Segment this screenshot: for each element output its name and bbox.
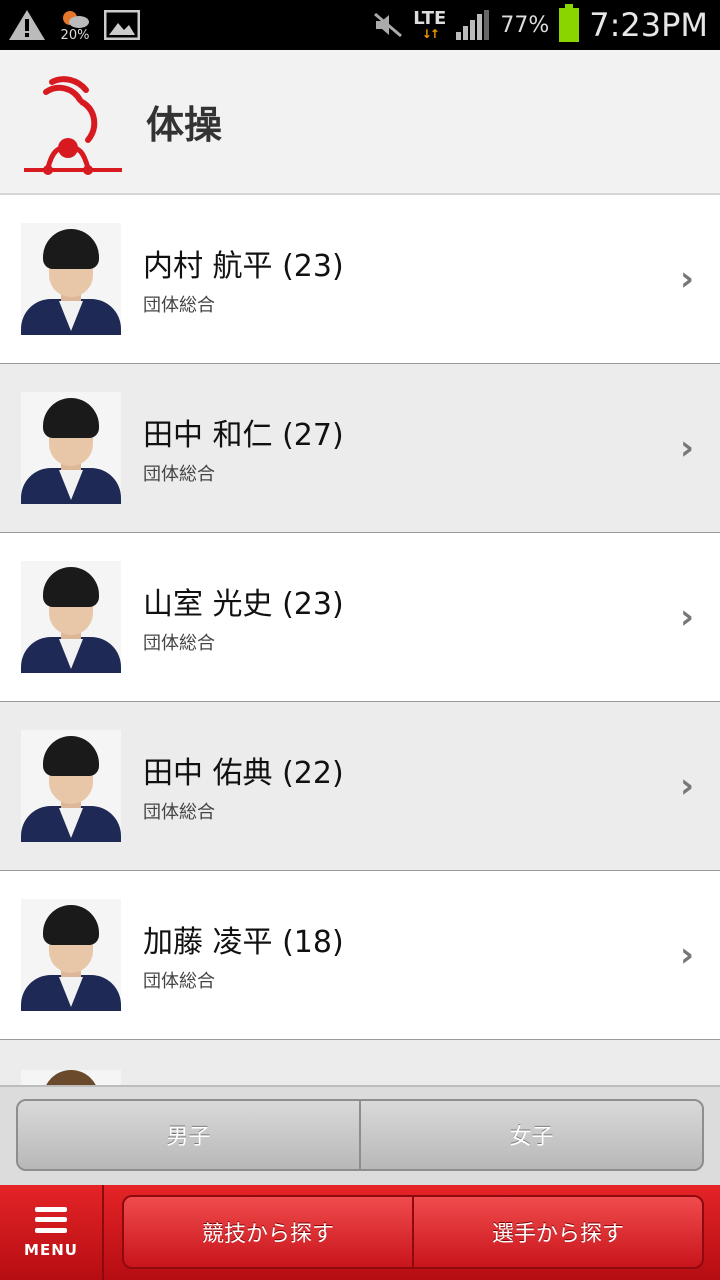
chevron-right-icon: › xyxy=(679,428,694,468)
athlete-photo xyxy=(21,1070,121,1085)
page-title: 体操 xyxy=(146,103,223,147)
battery-icon xyxy=(559,4,580,42)
athlete-name: 内村 航平 (23) xyxy=(143,249,344,284)
athlete-name: 田中 和仁 (27) xyxy=(143,418,344,453)
battery-percent: 77% xyxy=(500,12,550,38)
search-by-event-button[interactable]: 競技から探す xyxy=(124,1197,412,1267)
warning-icon xyxy=(9,10,45,40)
athlete-photo xyxy=(21,223,121,335)
chevron-right-icon: › xyxy=(679,259,694,299)
athlete-row[interactable]: 田中 佑典 (22) 団体総合 › xyxy=(0,702,720,871)
signal-icon xyxy=(456,10,490,40)
page-header: 体操 xyxy=(0,50,720,195)
network-indicator: LTE ↓↑ xyxy=(413,8,447,41)
athlete-name: 田中 佑典 (22) xyxy=(143,756,344,791)
status-bar: 20% LTE ↓↑ 77% 7:23PM xyxy=(0,0,720,50)
women-tab[interactable]: 女子 xyxy=(359,1101,702,1169)
athlete-row[interactable]: 田中 和仁 (27) 団体総合 › xyxy=(0,364,720,533)
data-arrows-icon: ↓↑ xyxy=(421,27,440,41)
chevron-right-icon: › xyxy=(679,597,694,637)
athlete-photo xyxy=(21,561,121,673)
athlete-event: 団体総合 xyxy=(143,971,215,992)
clock: 7:23PM xyxy=(589,6,708,44)
athlete-photo xyxy=(21,392,121,504)
chevron-right-icon: › xyxy=(679,766,694,806)
athlete-name: 山室 光史 (23) xyxy=(143,587,344,622)
athlete-photo xyxy=(21,730,121,842)
athlete-event: 団体総合 xyxy=(143,464,215,485)
athlete-row[interactable]: 内村 航平 (23) 団体総合 › xyxy=(0,195,720,364)
chevron-right-icon: › xyxy=(679,935,694,975)
weather-percent: 20% xyxy=(60,27,90,43)
athlete-event: 団体総合 xyxy=(143,633,215,654)
mute-icon xyxy=(374,12,403,38)
search-by-athlete-button[interactable]: 選手から探す xyxy=(412,1197,702,1267)
athlete-row[interactable]: 加藤 凌平 (18) 団体総合 › xyxy=(0,871,720,1040)
athlete-row[interactable]: 山室 光史 (23) 団体総合 › xyxy=(0,533,720,702)
athlete-list[interactable]: 内村 航平 (23) 団体総合 › 田中 和仁 (27) 団体総合 › 山室 光… xyxy=(0,195,720,1085)
gender-segment: 男子 女子 xyxy=(0,1085,720,1185)
athlete-photo xyxy=(21,899,121,1011)
men-tab[interactable]: 男子 xyxy=(18,1101,359,1169)
bottom-bar: MENU 競技から探す 選手から探す xyxy=(0,1185,720,1280)
athlete-event: 団体総合 xyxy=(143,802,215,823)
gymnastics-logo xyxy=(24,75,122,175)
image-icon xyxy=(104,10,140,40)
athlete-event: 団体総合 xyxy=(143,295,215,316)
athlete-name: 加藤 凌平 (18) xyxy=(143,925,344,960)
weather-icon xyxy=(63,10,89,28)
weather-indicator: 20% xyxy=(60,9,90,42)
athlete-row-partial[interactable] xyxy=(0,1040,720,1085)
network-label: LTE xyxy=(413,8,447,29)
menu-button[interactable]: MENU xyxy=(0,1185,104,1280)
menu-label: MENU xyxy=(24,1240,78,1259)
hamburger-icon xyxy=(35,1206,67,1233)
